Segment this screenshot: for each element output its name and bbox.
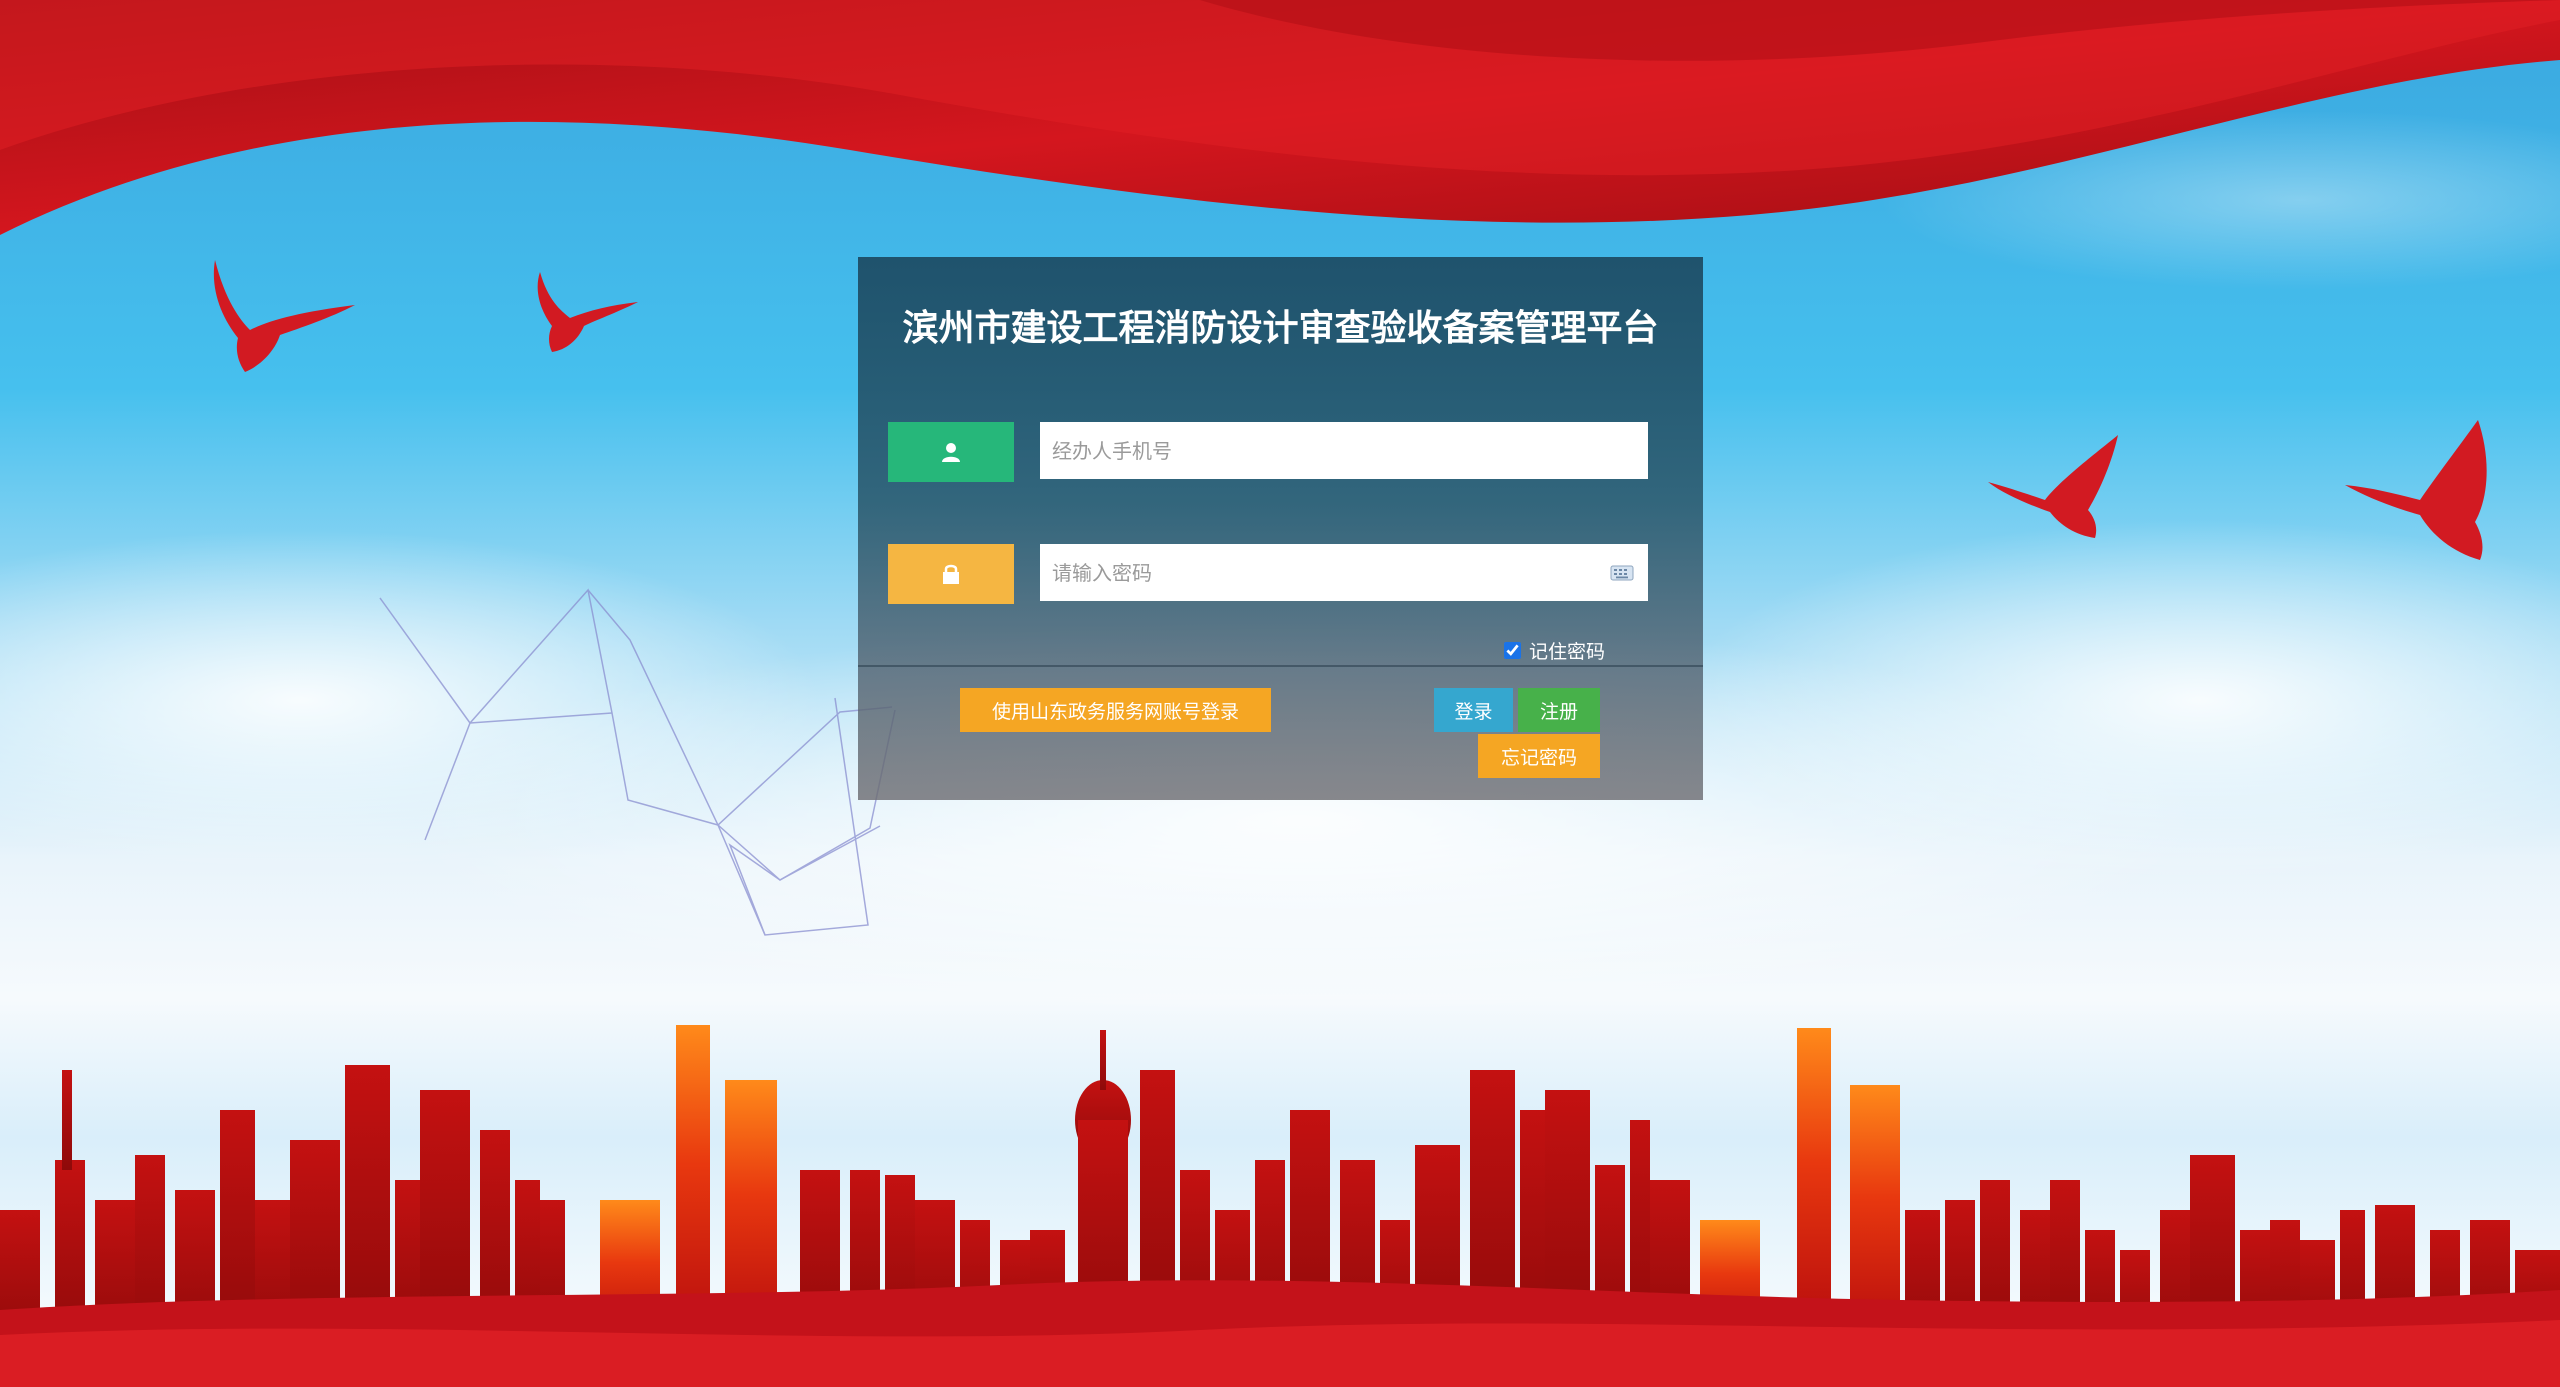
remember-password[interactable]: 记住密码 (1504, 637, 1605, 664)
phone-input[interactable] (1040, 422, 1648, 479)
sd-gov-login-button[interactable]: 使用山东政务服务网账号登录 (960, 688, 1271, 732)
register-button[interactable]: 注册 (1518, 688, 1600, 732)
lock-icon (888, 544, 1014, 604)
login-panel: 滨州市建设工程消防设计审查验收备案管理平台 经办人手机号 记住密码 使用山东政务… (858, 257, 1703, 800)
keyboard-icon[interactable] (1610, 564, 1634, 582)
divider (858, 665, 1703, 667)
page-title: 滨州市建设工程消防设计审查验收备案管理平台 (902, 308, 1659, 349)
user-icon (888, 422, 1014, 482)
remember-label: 记住密码 (1529, 641, 1606, 663)
login-page: 滨州市建设工程消防设计审查验收备案管理平台 经办人手机号 记住密码 使用山东政务… (0, 0, 2560, 1387)
forgot-password-button[interactable]: 忘记密码 (1478, 734, 1600, 778)
remember-checkbox[interactable] (1504, 642, 1521, 659)
password-input[interactable] (1040, 544, 1648, 601)
login-button[interactable]: 登录 (1434, 688, 1513, 732)
